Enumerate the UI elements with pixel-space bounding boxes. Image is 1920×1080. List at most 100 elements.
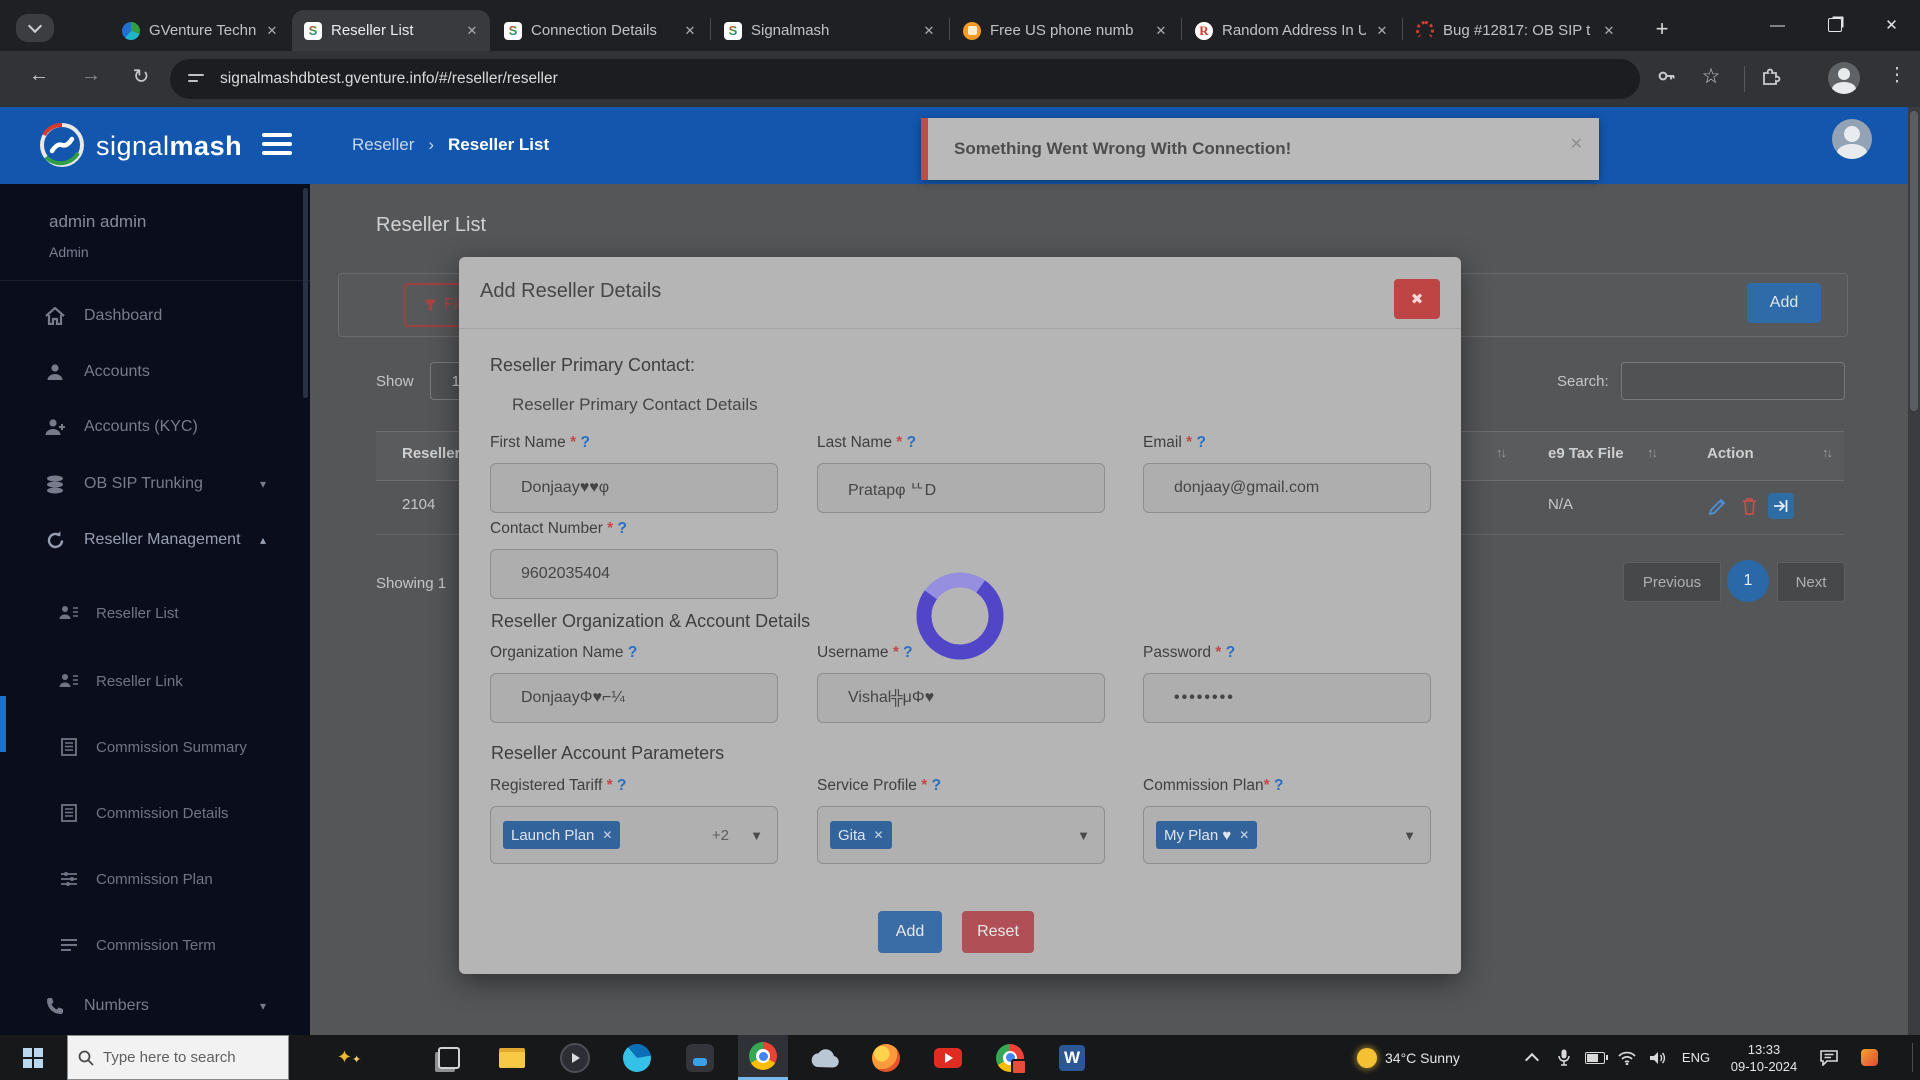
taskbar-chrome-active[interactable] (738, 1035, 788, 1080)
taskbar-youtube[interactable] (924, 1035, 972, 1080)
tab-close-icon[interactable]: ✕ (1599, 21, 1619, 41)
organization-name-input[interactable] (490, 673, 778, 723)
sidebar-item-ob-sip-trunking[interactable]: OB SIP Trunking ▾ (0, 462, 310, 506)
pagination-previous-button[interactable]: Previous (1623, 562, 1721, 602)
window-minimize-button[interactable]: — (1749, 0, 1806, 50)
extensions-icon[interactable] (1756, 66, 1786, 92)
address-bar[interactable]: signalmashdbtest.gventure.info/#/reselle… (170, 59, 1640, 99)
sort-icon[interactable]: ↑↓ (1647, 445, 1656, 460)
tab-close-icon[interactable]: ✕ (680, 21, 700, 41)
modal-add-button[interactable]: Add (878, 911, 942, 953)
sidebar-item-commission-plan[interactable]: Commission Plan (0, 857, 310, 901)
weather-text[interactable]: 34°C Sunny (1385, 1035, 1495, 1080)
service-profile-select[interactable]: Gita✕ ▼ (817, 806, 1105, 864)
sidebar-item-accounts[interactable]: Accounts (0, 350, 310, 394)
taskbar-chrome-profile2[interactable] (986, 1035, 1034, 1080)
taskbar-firefox[interactable] (862, 1035, 910, 1080)
reload-button[interactable]: ↻ (126, 64, 156, 89)
help-icon[interactable]: ? (1274, 777, 1283, 794)
window-restore-button[interactable] (1806, 0, 1863, 50)
taskbar-word[interactable]: W (1048, 1035, 1096, 1080)
column-header[interactable]: Reseller (402, 445, 460, 462)
taskbar-search-box[interactable]: Type here to search (67, 1035, 289, 1080)
tab-gventure[interactable]: GVenture Technology ✕ (110, 10, 290, 51)
clock[interactable]: 13:3309-10-2024 (1722, 1035, 1806, 1080)
pagination-page-1[interactable]: 1 (1727, 560, 1769, 602)
page-add-button[interactable]: Add (1747, 283, 1821, 323)
taskbar-file-explorer[interactable] (488, 1035, 536, 1080)
contact-number-input[interactable] (490, 549, 778, 599)
start-button[interactable] (10, 1035, 55, 1080)
registered-tariff-select[interactable]: Launch Plan✕ +2 ▼ (490, 806, 778, 864)
tray-mic-icon[interactable] (1550, 1035, 1578, 1080)
new-tab-button[interactable]: + (1645, 13, 1679, 45)
taskbar-edge[interactable] (613, 1035, 661, 1080)
chip-remove-icon[interactable]: ✕ (1239, 828, 1249, 842)
help-icon[interactable]: ? (617, 777, 626, 794)
sidebar-item-commission-summary[interactable]: Commission Summary (0, 725, 310, 769)
tab-close-icon[interactable]: ✕ (262, 21, 282, 41)
password-input[interactable] (1143, 673, 1431, 723)
password-key-icon[interactable] (1652, 66, 1682, 92)
sidebar-item-accounts-kyc[interactable]: Accounts (KYC) (0, 405, 310, 449)
sidebar-item-dashboard[interactable]: Dashboard (0, 294, 310, 338)
commission-chip[interactable]: My Plan ♥✕ (1156, 821, 1257, 849)
tray-app-icon[interactable] (1852, 1035, 1886, 1080)
tray-network-icon[interactable] (1612, 1035, 1642, 1080)
tray-battery-icon[interactable] (1580, 1035, 1610, 1080)
help-icon[interactable]: ? (1226, 644, 1235, 661)
tab-reseller-list[interactable]: S Reseller List ✕ (292, 10, 490, 51)
sidebar-item-reseller-list[interactable]: Reseller List (0, 591, 310, 635)
sort-icon[interactable]: ↑↓ (1822, 445, 1831, 460)
login-as-icon[interactable] (1768, 493, 1794, 519)
tariff-chip[interactable]: Launch Plan✕ (503, 821, 620, 849)
breadcrumb-parent[interactable]: Reseller (352, 135, 414, 155)
taskbar-widgets-button[interactable]: ✦✦ (325, 1035, 373, 1080)
profile-avatar[interactable] (1828, 62, 1860, 94)
tab-bug-12817[interactable]: Bug #12817: OB SIP t ✕ (1404, 10, 1627, 51)
sidebar-item-reseller-management[interactable]: Reseller Management ▴ (0, 518, 310, 562)
commission-plan-select[interactable]: My Plan ♥✕ ▼ (1143, 806, 1431, 864)
tab-close-icon[interactable]: ✕ (1151, 21, 1171, 41)
toast-close-icon[interactable]: ✕ (1570, 134, 1583, 154)
browser-menu-icon[interactable]: ⋮ (1882, 64, 1912, 87)
tab-connection-details[interactable]: S Connection Details ✕ (492, 10, 708, 51)
help-icon[interactable]: ? (932, 777, 941, 794)
modal-reset-button[interactable]: Reset (962, 911, 1034, 953)
last-name-input[interactable] (817, 463, 1105, 513)
table-search-input[interactable] (1621, 362, 1845, 400)
action-center-button[interactable] (1812, 1035, 1846, 1080)
bookmark-star-icon[interactable]: ☆ (1696, 64, 1726, 89)
tab-close-icon[interactable]: ✕ (1372, 21, 1392, 41)
taskbar-media-player[interactable] (551, 1035, 599, 1080)
tray-volume-icon[interactable] (1643, 1035, 1673, 1080)
tab-signalmash[interactable]: S Signalmash ✕ (712, 10, 947, 51)
chip-remove-icon[interactable]: ✕ (602, 828, 612, 842)
pagination-next-button[interactable]: Next (1777, 562, 1845, 602)
sidebar-item-commission-details[interactable]: Commission Details (0, 791, 310, 835)
help-icon[interactable]: ? (907, 434, 916, 451)
username-input[interactable] (817, 673, 1105, 723)
page-scrollbar[interactable] (1908, 107, 1920, 1035)
back-button[interactable]: ← (24, 64, 54, 87)
task-view-button[interactable] (425, 1035, 473, 1080)
modal-close-button[interactable]: ✖ (1394, 279, 1440, 319)
help-icon[interactable]: ? (580, 434, 589, 451)
first-name-input[interactable] (490, 463, 778, 513)
window-close-button[interactable]: ✕ (1863, 0, 1920, 50)
column-header[interactable]: Action (1707, 445, 1754, 462)
help-icon[interactable]: ? (618, 520, 627, 537)
show-desktop-divider[interactable] (1912, 1043, 1913, 1072)
tab-close-icon[interactable]: ✕ (919, 21, 939, 41)
tab-close-icon[interactable]: ✕ (462, 21, 482, 41)
sidebar-item-reseller-link[interactable]: Reseller Link (0, 659, 310, 703)
tab-search-button[interactable] (16, 14, 54, 42)
taskbar-onedrive[interactable] (800, 1035, 848, 1080)
forward-button[interactable]: → (76, 64, 106, 87)
column-header[interactable]: e9 Tax File (1548, 445, 1624, 462)
sort-icon[interactable]: ↑↓ (1496, 445, 1505, 460)
language-indicator[interactable]: ENG (1676, 1035, 1716, 1080)
user-avatar[interactable] (1832, 119, 1872, 159)
tray-expand-chevron[interactable] (1518, 1035, 1546, 1080)
email-input[interactable] (1143, 463, 1431, 513)
